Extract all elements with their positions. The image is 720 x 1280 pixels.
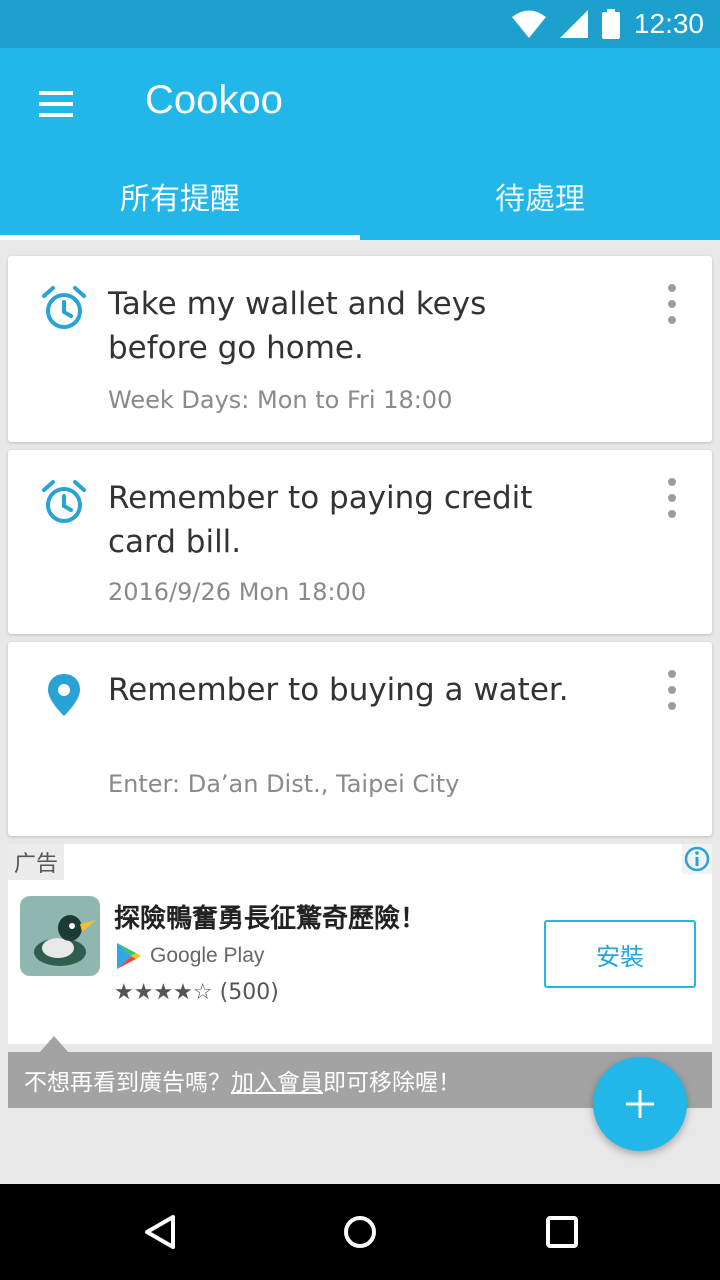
reminder-schedule: Week Days: Mon to Fri 18:00 [108, 386, 453, 414]
rating-count: (500) [219, 980, 279, 1005]
system-nav-bar [0, 1184, 720, 1280]
wifi-icon [511, 10, 546, 38]
promo-suffix: 即可移除喔！ [323, 1070, 461, 1096]
more-options-button[interactable] [660, 478, 684, 518]
tab-label: 所有提醒 [120, 182, 240, 217]
join-member-link[interactable]: 加入會員 [231, 1063, 323, 1097]
tab-pending[interactable]: 待處理 [360, 152, 720, 240]
status-time: 12:30 [633, 8, 704, 39]
ad-app-icon[interactable] [20, 896, 100, 976]
ad-title: 探險鴨奮勇長征驚奇歷險！ [114, 904, 427, 934]
reminder-location: Enter: Da’an Dist., Taipei City [108, 770, 460, 798]
home-circle-icon [344, 1216, 376, 1248]
promo-pointer [40, 1036, 68, 1052]
location-pin-icon [48, 674, 80, 716]
reminder-title: Remember to buying a water. [108, 672, 569, 708]
info-icon [684, 846, 710, 872]
tab-label: 待處理 [495, 182, 585, 217]
app-title: Cookoo [145, 78, 283, 122]
tab-all-reminders[interactable]: 所有提醒 [0, 152, 360, 240]
battery-icon [601, 9, 620, 39]
back-triangle-icon [145, 1215, 175, 1249]
alarm-clock-icon [42, 286, 86, 329]
app-bar: Cookoo 所有提醒 待處理 [0, 48, 720, 240]
more-options-button[interactable] [660, 284, 684, 324]
status-bar: 12:30 [0, 0, 720, 48]
home-button[interactable] [332, 1204, 388, 1260]
ad-info-button[interactable] [682, 844, 712, 874]
ad-rating: ★★★★☆ (500) [114, 980, 279, 1005]
google-play-icon [117, 943, 141, 969]
add-reminder-button[interactable] [593, 1057, 687, 1151]
back-button[interactable] [132, 1204, 188, 1260]
reminder-card[interactable]: Take my wallet and keys before go home. … [8, 256, 712, 442]
google-play-badge: Google Play [116, 942, 264, 970]
promo-prefix: 不想再看到廣告嗎？ [24, 1070, 231, 1096]
hamburger-menu-icon [39, 91, 73, 117]
menu-button[interactable] [24, 72, 88, 136]
alarm-clock-icon [42, 480, 86, 523]
store-name: Google Play [150, 944, 265, 967]
reminder-schedule: 2016/9/26 Mon 18:00 [108, 578, 367, 606]
plus-icon [626, 1090, 654, 1118]
reminder-card[interactable]: Remember to paying credit card bill. 201… [8, 450, 712, 634]
duck-icon [34, 915, 96, 966]
rating-stars: ★★★★☆ [114, 980, 213, 1005]
ad-label: 广告 [8, 844, 65, 880]
recents-square-icon [546, 1216, 578, 1248]
install-button[interactable]: 安裝 [544, 920, 696, 988]
recents-button[interactable] [534, 1204, 590, 1260]
reminder-card[interactable]: Remember to buying a water. Enter: Da’an… [8, 642, 712, 836]
cell-signal-icon [559, 10, 588, 38]
ad-banner[interactable]: 广告 探險鴨奮勇長征驚奇歷險！ Google Play ★★★★☆ (500) … [8, 844, 712, 1044]
reminder-title: Take my wallet and keys before go home. [108, 286, 487, 366]
tab-bar: 所有提醒 待處理 [0, 152, 720, 240]
reminder-title: Remember to paying credit card bill. [108, 480, 533, 560]
more-options-button[interactable] [660, 670, 684, 710]
